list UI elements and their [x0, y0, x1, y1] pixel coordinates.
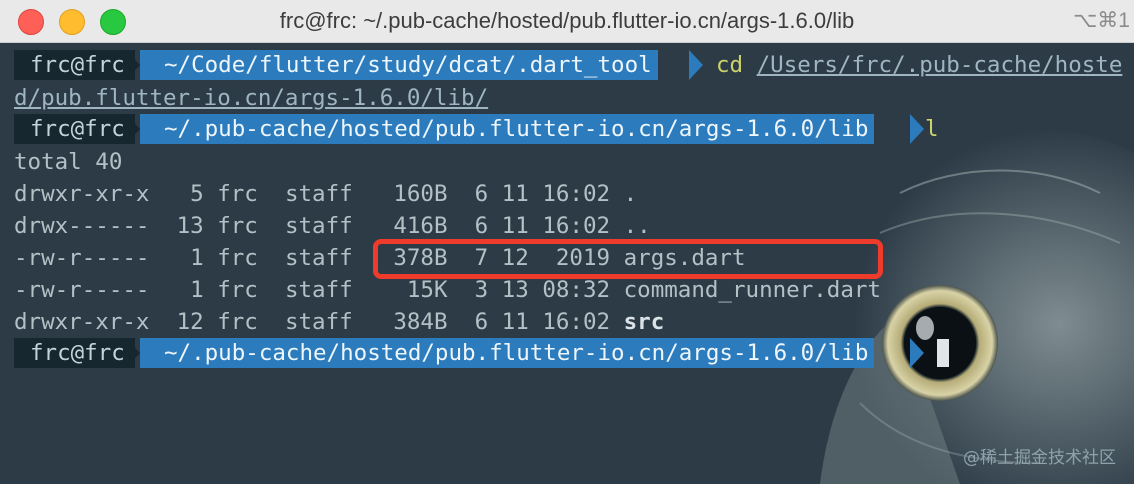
prompt-separator — [126, 338, 140, 368]
prompt-path-arrow — [910, 338, 924, 368]
command-name: l — [925, 116, 939, 142]
date: 6 11 16:02 — [474, 213, 611, 239]
listing-row: drwx------ 13 frc staff 416B 6 11 16:02 … — [14, 210, 651, 242]
command-argument-wrap: d/pub.flutter-io.cn/args-1.6.0/lib/ — [14, 82, 488, 114]
owner: frc — [217, 181, 258, 207]
owner: frc — [217, 277, 258, 303]
prompt-user: frc@frc — [14, 50, 135, 80]
command-line: cd /Users/frc/.pub-cache/hoste — [716, 49, 1122, 81]
command-line: l — [925, 113, 939, 145]
filename: src — [623, 309, 665, 335]
date: 6 11 16:02 — [474, 309, 611, 335]
text-cursor — [937, 339, 949, 367]
prompt-user: frc@frc — [14, 114, 135, 144]
prompt-separator — [126, 114, 140, 144]
links: 1 — [190, 245, 204, 271]
size: 416B — [393, 213, 448, 239]
owner: frc — [217, 245, 258, 271]
owner: frc — [217, 213, 258, 239]
filename: . — [623, 181, 638, 207]
prompt-separator — [126, 50, 140, 80]
prompt-path-arrow — [910, 114, 924, 144]
prompt-path: ~/.pub-cache/hosted/pub.flutter-io.cn/ar… — [140, 338, 875, 368]
links: 5 — [190, 181, 204, 207]
listing-row: drwxr-xr-x 12 frc staff 384B 6 11 16:02 … — [14, 306, 664, 338]
command-name: cd — [716, 52, 744, 78]
date: 3 13 08:32 — [474, 277, 611, 303]
title-bar[interactable]: frc@frc: ~/.pub-cache/hosted/pub.flutter… — [0, 0, 1134, 43]
group: staff — [284, 277, 353, 303]
prompt-path-arrow — [689, 50, 703, 80]
listing-row: drwxr-xr-x 5 frc staff 160B 6 11 16:02 . — [14, 178, 637, 210]
size: 160B — [393, 181, 448, 207]
size: 15K — [406, 277, 448, 303]
perm: drwxr-xr-x — [14, 181, 150, 207]
perm: -rw-r----- — [14, 277, 150, 303]
filename: command_runner.dart — [623, 277, 881, 303]
perm: drwx------ — [14, 213, 150, 239]
date: 6 11 16:02 — [474, 181, 611, 207]
highlight-box — [373, 239, 883, 279]
command-argument: /Users/frc/.pub-cache/hoste — [756, 52, 1123, 78]
filename: .. — [623, 213, 651, 239]
perm: drwxr-xr-x — [14, 309, 150, 335]
command-argument-continued: d/pub.flutter-io.cn/args-1.6.0/lib/ — [14, 85, 489, 111]
watermark: @稀土掘金技术社区 — [963, 448, 1116, 468]
listing-total: total 40 — [14, 149, 123, 175]
links: 13 — [176, 213, 204, 239]
group: staff — [284, 181, 353, 207]
prompt-path: ~/.pub-cache/hosted/pub.flutter-io.cn/ar… — [140, 114, 875, 144]
group: staff — [284, 309, 353, 335]
window-shortcut: ⌥⌘1 — [1073, 9, 1130, 32]
terminal-window: frc@frc: ~/.pub-cache/hosted/pub.flutter… — [0, 0, 1134, 484]
terminal-output[interactable]: frc@frc ~/Code/flutter/study/dcat/.dart_… — [0, 43, 1134, 484]
owner: frc — [217, 309, 258, 335]
prompt-path: ~/Code/flutter/study/dcat/.dart_tool — [140, 50, 658, 80]
links: 12 — [176, 309, 204, 335]
perm: -rw-r----- — [14, 245, 150, 271]
size: 384B — [393, 309, 448, 335]
links: 1 — [190, 277, 204, 303]
group: staff — [284, 213, 353, 239]
group: staff — [284, 245, 353, 271]
window-title: frc@frc: ~/.pub-cache/hosted/pub.flutter… — [279, 8, 855, 33]
prompt-user: frc@frc — [14, 338, 135, 368]
